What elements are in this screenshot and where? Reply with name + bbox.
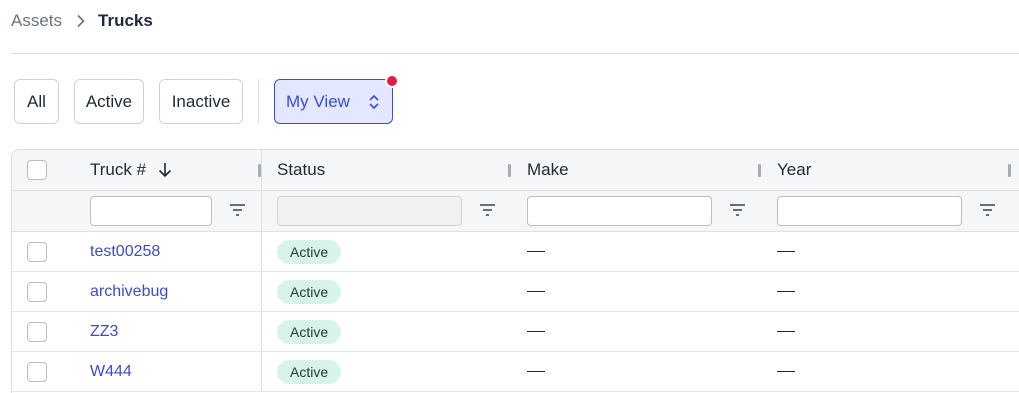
row-checkbox[interactable] [27,241,47,262]
trucks-table: Truck # Status Make Year test00258 Activ… [11,149,1019,393]
chevron-right-icon [76,14,86,28]
status-filter-input [277,196,462,226]
table-header-row: Truck # Status Make Year [12,150,1019,191]
truck-link[interactable]: W444 [90,363,132,381]
column-resize-handle[interactable] [758,164,761,177]
column-label-truck: Truck # [90,160,147,179]
year-empty-value [777,371,795,372]
column-resize-handle[interactable] [508,164,511,177]
year-empty-value [777,291,795,292]
column-resize-handle[interactable] [1008,164,1011,177]
year-empty-value [777,331,795,332]
column-header-make[interactable]: Make [527,150,569,190]
table-filter-row [12,191,1019,232]
breadcrumb-assets-link[interactable]: Assets [11,11,62,31]
truck-filter-input[interactable] [90,196,212,226]
filter-icon[interactable] [979,203,996,222]
column-header-status[interactable]: Status [277,150,325,190]
year-empty-value [777,251,795,252]
filter-icon[interactable] [229,203,246,222]
year-filter-input[interactable] [777,196,962,226]
table-row[interactable]: ZZ3 Active [12,312,1019,352]
table-row[interactable]: archivebug Active [12,272,1019,312]
column-divider [261,352,262,391]
view-selector[interactable]: My View [274,74,399,124]
make-filter-input[interactable] [527,196,712,226]
status-badge: Active [277,239,342,264]
filter-icon[interactable] [479,203,496,222]
column-divider [261,272,262,311]
column-label-status: Status [277,160,326,179]
filter-divider [258,79,259,124]
truck-link[interactable]: archivebug [90,283,168,301]
filter-icon[interactable] [729,203,746,222]
truck-link[interactable]: test00258 [90,243,160,261]
arrow-down-icon[interactable] [158,162,172,178]
table-row[interactable]: test00258 Active [12,232,1019,272]
status-filter-bar: All Active Inactive My View [14,74,399,124]
row-checkbox[interactable] [27,321,47,342]
make-empty-value [527,331,545,332]
row-checkbox[interactable] [27,361,47,382]
make-empty-value [527,291,545,292]
chevron-up-down-icon [368,93,380,116]
header-divider [11,53,1019,54]
notification-dot [385,74,399,88]
table-row[interactable]: W444 Active [12,352,1019,392]
filter-all-button[interactable]: All [14,79,59,124]
filter-active-button[interactable]: Active [74,79,144,124]
select-all-checkbox[interactable] [27,160,47,180]
column-header-year[interactable]: Year [777,150,811,190]
status-badge: Active [277,359,342,384]
column-label-year: Year [777,160,812,179]
breadcrumb: Assets Trucks [11,10,153,32]
column-divider [261,312,262,351]
column-divider [261,232,262,271]
column-divider [261,150,262,190]
status-badge: Active [277,319,342,344]
filter-inactive-button[interactable]: Inactive [159,79,243,124]
status-badge: Active [277,279,342,304]
row-checkbox[interactable] [27,281,47,302]
column-label-make: Make [527,160,569,179]
page-title: Trucks [98,11,153,30]
truck-link[interactable]: ZZ3 [90,323,118,341]
column-header-truck[interactable]: Truck # [90,150,172,190]
view-selector-label: My View [286,91,350,111]
column-divider [261,191,262,231]
make-empty-value [527,371,545,372]
make-empty-value [527,251,545,252]
